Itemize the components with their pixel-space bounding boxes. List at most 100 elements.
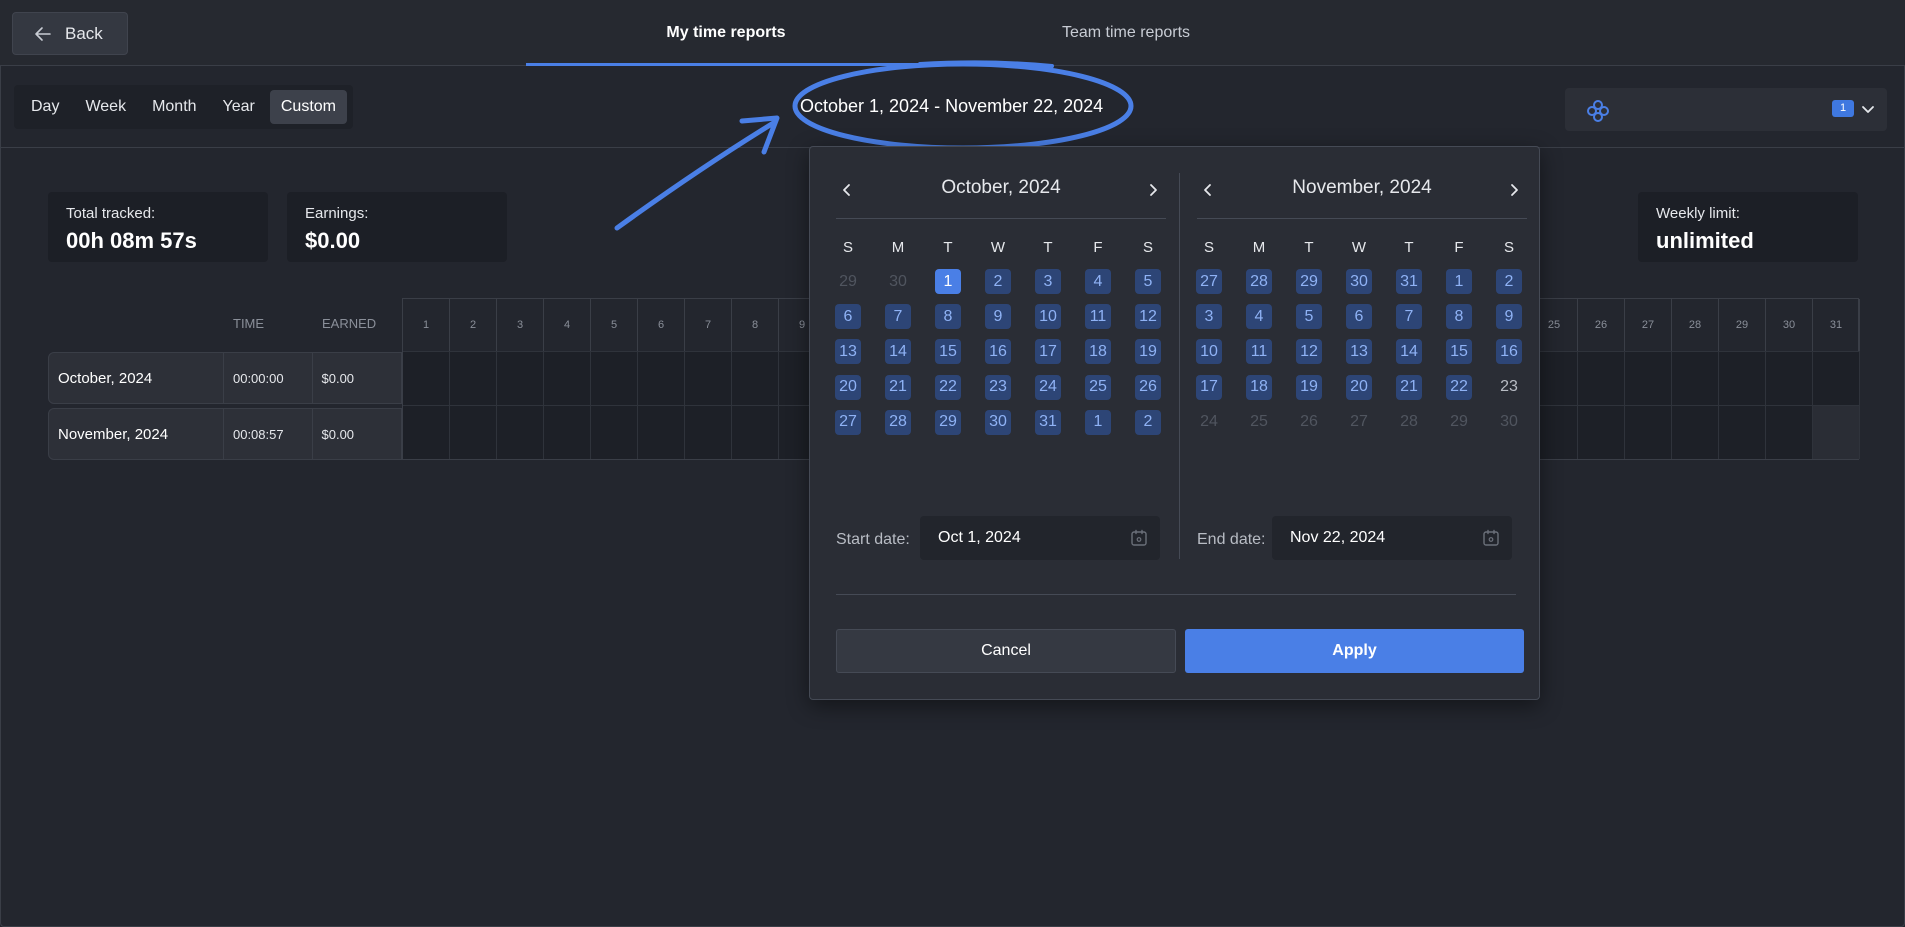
october-day-cell[interactable]: 12 — [1135, 304, 1161, 330]
october-day-cell[interactable]: 26 — [1135, 374, 1161, 400]
range-bar: Day Week Month Year Custom October 1, 20… — [0, 66, 1905, 148]
november-day-cell[interactable]: 13 — [1346, 339, 1372, 365]
october-day-cell[interactable]: 15 — [935, 339, 961, 365]
next-month-button[interactable] — [1503, 179, 1525, 201]
october-day-cell[interactable]: 2 — [1135, 409, 1161, 435]
period-week-button[interactable]: Week — [74, 90, 137, 124]
table-row[interactable]: November, 2024 00:08:57 $0.00 — [48, 408, 402, 460]
october-day-cell[interactable]: 19 — [1135, 339, 1161, 365]
october-day-cell[interactable]: 18 — [1085, 339, 1111, 365]
october-day-cell[interactable]: 25 — [1085, 374, 1111, 400]
november-day-cell[interactable]: 4 — [1246, 304, 1272, 330]
november-day-cell[interactable]: 8 — [1446, 304, 1472, 330]
november-day-cell[interactable]: 29 — [1446, 410, 1472, 435]
november-day-cell[interactable]: 21 — [1396, 374, 1422, 400]
october-day-cell[interactable]: 10 — [1035, 304, 1061, 330]
october-day-cell[interactable]: 29 — [935, 409, 961, 435]
november-day-cell[interactable]: 20 — [1346, 374, 1372, 400]
october-day-cell[interactable]: 17 — [1035, 339, 1061, 365]
start-date-input[interactable]: Oct 1, 2024 — [920, 516, 1160, 560]
november-day-cell[interactable]: 27 — [1196, 269, 1222, 294]
tab-my-time-reports[interactable]: My time reports — [526, 0, 926, 66]
november-day-cell[interactable]: 6 — [1346, 304, 1372, 330]
weekday-label: S — [842, 239, 853, 256]
october-day-cell[interactable]: 1 — [1085, 409, 1111, 435]
november-day-cell[interactable]: 7 — [1396, 304, 1422, 330]
october-day-cell[interactable]: 13 — [835, 339, 861, 365]
october-day-cell[interactable]: 9 — [985, 304, 1011, 330]
november-day-cell[interactable]: 17 — [1196, 374, 1222, 400]
period-custom-button[interactable]: Custom — [269, 90, 347, 124]
november-day-cell[interactable]: 9 — [1496, 304, 1522, 330]
november-day-cell[interactable]: 18 — [1246, 374, 1272, 400]
october-day-cell[interactable]: 3 — [1035, 269, 1061, 294]
november-day-cell[interactable]: 2 — [1496, 269, 1522, 294]
calendar-icon — [1483, 529, 1499, 546]
october-day-cell[interactable]: 20 — [835, 374, 861, 400]
november-day-cell[interactable]: 5 — [1296, 304, 1322, 330]
november-day-cell[interactable]: 30 — [1496, 410, 1522, 435]
november-day-cell[interactable]: 28 — [1396, 410, 1422, 435]
calendar-rule — [836, 218, 1166, 219]
end-date-input[interactable]: Nov 22, 2024 — [1272, 516, 1512, 560]
cancel-button[interactable]: Cancel — [836, 629, 1176, 673]
november-day-cell[interactable]: 25 — [1246, 410, 1272, 435]
october-day-cell[interactable]: 22 — [935, 374, 961, 400]
november-day-cell[interactable]: 23 — [1496, 375, 1522, 400]
november-day-cell[interactable]: 1 — [1446, 269, 1472, 294]
november-day-cell[interactable]: 10 — [1196, 339, 1222, 365]
table-row[interactable]: October, 2024 00:00:00 $0.00 — [48, 352, 402, 404]
october-day-cell[interactable]: 27 — [835, 409, 861, 435]
october-day-cell[interactable]: 30 — [985, 409, 1011, 435]
next-month-button[interactable] — [1142, 179, 1164, 201]
november-day-cell[interactable]: 24 — [1196, 410, 1222, 435]
october-day-cell[interactable]: 7 — [885, 304, 911, 330]
october-day-cell[interactable]: 30 — [885, 269, 911, 294]
november-day-cell[interactable]: 12 — [1296, 339, 1322, 365]
october-day-cell[interactable]: 23 — [985, 374, 1011, 400]
november-day-cell[interactable]: 28 — [1246, 269, 1272, 294]
october-day-cell[interactable]: 24 — [1035, 374, 1061, 400]
november-day-cell[interactable]: 31 — [1396, 269, 1422, 294]
date-range-label[interactable]: October 1, 2024 - November 22, 2024 — [800, 96, 1103, 117]
october-day-cell[interactable]: 29 — [835, 269, 861, 294]
row-earned: $0.00 — [321, 426, 355, 442]
day-cell — [403, 405, 450, 459]
day-cell — [1719, 405, 1766, 459]
apply-button[interactable]: Apply — [1185, 629, 1524, 673]
period-day-button[interactable]: Day — [20, 90, 70, 124]
project-selector[interactable]: 1 — [1565, 88, 1887, 131]
back-button[interactable]: Back — [12, 12, 128, 55]
october-day-cell[interactable]: 4 — [1085, 269, 1111, 294]
day-cell — [1625, 405, 1672, 459]
november-day-cell[interactable]: 27 — [1346, 410, 1372, 435]
october-day-cell[interactable]: 6 — [835, 304, 861, 330]
october-day-cell[interactable]: 2 — [985, 269, 1011, 294]
calendar-icon — [1131, 529, 1147, 546]
november-day-cell[interactable]: 14 — [1396, 339, 1422, 365]
weekday-label: W — [1351, 239, 1367, 256]
november-day-cell[interactable]: 30 — [1346, 269, 1372, 294]
october-day-cell[interactable]: 16 — [985, 339, 1011, 365]
november-day-cell[interactable]: 16 — [1496, 339, 1522, 365]
october-day-cell[interactable]: 5 — [1135, 269, 1161, 294]
november-day-cell[interactable]: 22 — [1446, 374, 1472, 400]
october-day-cell[interactable]: 31 — [1035, 409, 1061, 435]
november-day-cell[interactable]: 29 — [1296, 269, 1322, 294]
november-day-cell[interactable]: 19 — [1296, 374, 1322, 400]
period-month-button[interactable]: Month — [141, 90, 207, 124]
period-year-button[interactable]: Year — [212, 90, 266, 124]
october-day-cell[interactable]: 1 — [935, 269, 961, 294]
october-day-cell[interactable]: 11 — [1085, 304, 1111, 330]
october-day-cell[interactable]: 8 — [935, 304, 961, 330]
october-day-cell[interactable]: 21 — [885, 374, 911, 400]
october-day-cell[interactable]: 28 — [885, 409, 911, 435]
tab-team-time-reports[interactable]: Team time reports — [926, 0, 1326, 66]
october-day-cell[interactable]: 14 — [885, 339, 911, 365]
november-day-cell[interactable]: 3 — [1196, 304, 1222, 330]
november-day-cell[interactable]: 11 — [1246, 339, 1272, 365]
weekday-label: W — [990, 239, 1006, 256]
day-cell — [1578, 405, 1625, 459]
november-day-cell[interactable]: 26 — [1296, 410, 1322, 435]
november-day-cell[interactable]: 15 — [1446, 339, 1472, 365]
